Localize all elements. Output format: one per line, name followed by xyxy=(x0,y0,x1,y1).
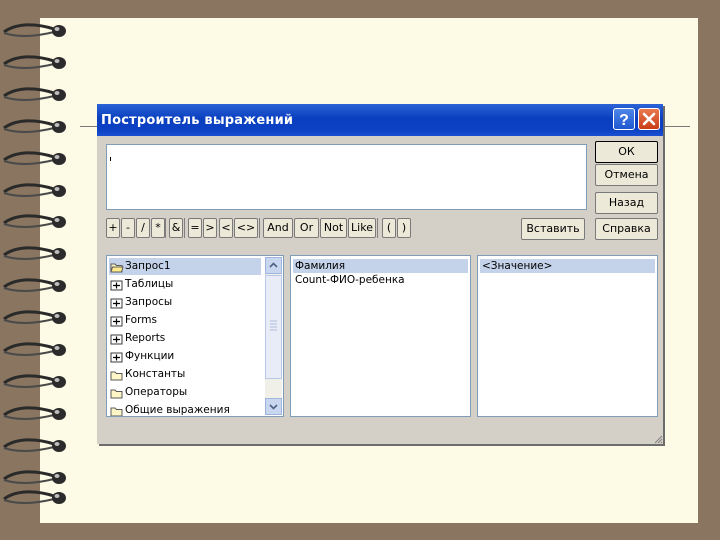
text-caret xyxy=(110,157,111,161)
ok-button[interactable]: ОК xyxy=(595,141,658,163)
spiral-ring-icon xyxy=(3,374,66,388)
spiral-ring-icon xyxy=(3,87,66,101)
operator-button[interactable]: * xyxy=(151,218,165,238)
paste-button[interactable]: Вставить xyxy=(521,218,585,240)
tree-item[interactable]: Функции xyxy=(109,348,261,365)
operator-button[interactable]: Like xyxy=(348,218,376,238)
spiral-ring-icon xyxy=(3,151,66,165)
spiral-ring-icon xyxy=(3,438,66,452)
toolbar-separator xyxy=(165,218,166,238)
spiral-ring-icon xyxy=(3,119,66,133)
list-item[interactable]: <Значение> xyxy=(480,259,655,273)
fields-list: Фамилия Count-ФИО-ребенка xyxy=(290,255,471,417)
tree-scrollbar[interactable] xyxy=(265,257,282,415)
operator-button[interactable]: ( xyxy=(382,218,396,238)
resize-grip-icon[interactable] xyxy=(653,434,663,444)
back-button[interactable]: Назад xyxy=(595,192,658,214)
close-icon[interactable] xyxy=(638,108,660,130)
tree-item-label: Общие выражения xyxy=(125,404,230,416)
svg-text:?: ? xyxy=(619,112,629,129)
operator-button[interactable]: Or xyxy=(294,218,319,238)
object-tree: Запрос1 Таблицы Запросы Forms Reports Функции… xyxy=(106,255,284,417)
tree-item-label: Операторы xyxy=(125,386,188,398)
tree-item-label: Константы xyxy=(125,368,186,380)
slide-rule-right xyxy=(663,126,690,127)
operator-button[interactable]: And xyxy=(263,218,293,238)
spiral-ring-icon xyxy=(3,342,66,356)
operator-button[interactable]: > xyxy=(203,218,217,238)
tree-item-label: Forms xyxy=(125,314,157,326)
scroll-up-button[interactable] xyxy=(265,257,282,274)
scroll-down-button[interactable] xyxy=(265,398,282,415)
tree-item[interactable]: Запрос1 xyxy=(109,258,261,275)
operator-button[interactable]: / xyxy=(136,218,150,238)
tree-item[interactable]: Операторы xyxy=(109,384,261,401)
spiral-ring-icon xyxy=(3,214,66,228)
help-button[interactable]: Справка xyxy=(595,218,658,240)
toolbar-separator xyxy=(259,218,260,238)
tree-item-label: Reports xyxy=(125,332,166,344)
spiral-ring-icon xyxy=(3,183,66,197)
tree-item[interactable]: Общие выражения xyxy=(109,402,261,416)
tree-item-label: Запрос1 xyxy=(125,260,171,272)
spiral-ring-icon xyxy=(3,246,66,260)
values-list: <Значение> xyxy=(477,255,658,417)
spiral-ring-icon xyxy=(3,490,66,504)
list-item[interactable]: Фамилия xyxy=(293,259,468,273)
tree-item[interactable]: Таблицы xyxy=(109,276,261,293)
tree-item[interactable]: Запросы xyxy=(109,294,261,311)
cancel-button[interactable]: Отмена xyxy=(595,164,658,186)
tree-item-label: Запросы xyxy=(125,296,173,308)
toolbar-separator xyxy=(184,218,185,238)
title-bar[interactable]: Построитель выражений ? xyxy=(97,104,663,136)
toolbar-separator xyxy=(377,218,378,238)
help-icon[interactable]: ? xyxy=(613,108,635,130)
operator-button[interactable]: = xyxy=(188,218,202,238)
scroll-thumb[interactable] xyxy=(265,275,282,379)
list-item[interactable]: Count-ФИО-ребенка xyxy=(293,273,468,287)
expression-builder-dialog: Построитель выражений ? ОК Отмена Назад … xyxy=(97,104,663,444)
slide-rule-left xyxy=(80,126,97,127)
dialog-title: Построитель выражений xyxy=(101,113,294,128)
tree-item-label: Таблицы xyxy=(125,278,174,290)
operator-button[interactable]: <> xyxy=(234,218,258,238)
spiral-ring-icon xyxy=(3,470,66,484)
operator-button[interactable]: < xyxy=(219,218,233,238)
operator-button[interactable]: Not xyxy=(320,218,347,238)
tree-item[interactable]: Forms xyxy=(109,312,261,329)
spiral-ring-icon xyxy=(3,278,66,292)
operator-button[interactable]: + xyxy=(106,218,120,238)
operator-button[interactable]: - xyxy=(121,218,135,238)
operator-button[interactable]: & xyxy=(169,218,183,238)
spiral-ring-icon xyxy=(3,310,66,324)
operator-button[interactable]: ) xyxy=(397,218,411,238)
tree-item[interactable]: Reports xyxy=(109,330,261,347)
expression-input[interactable] xyxy=(106,144,587,210)
tree-item-label: Функции xyxy=(125,350,175,362)
spiral-ring-icon xyxy=(3,23,66,37)
tree-item[interactable]: Константы xyxy=(109,366,261,383)
spiral-ring-icon xyxy=(3,55,66,69)
spiral-ring-icon xyxy=(3,406,66,420)
